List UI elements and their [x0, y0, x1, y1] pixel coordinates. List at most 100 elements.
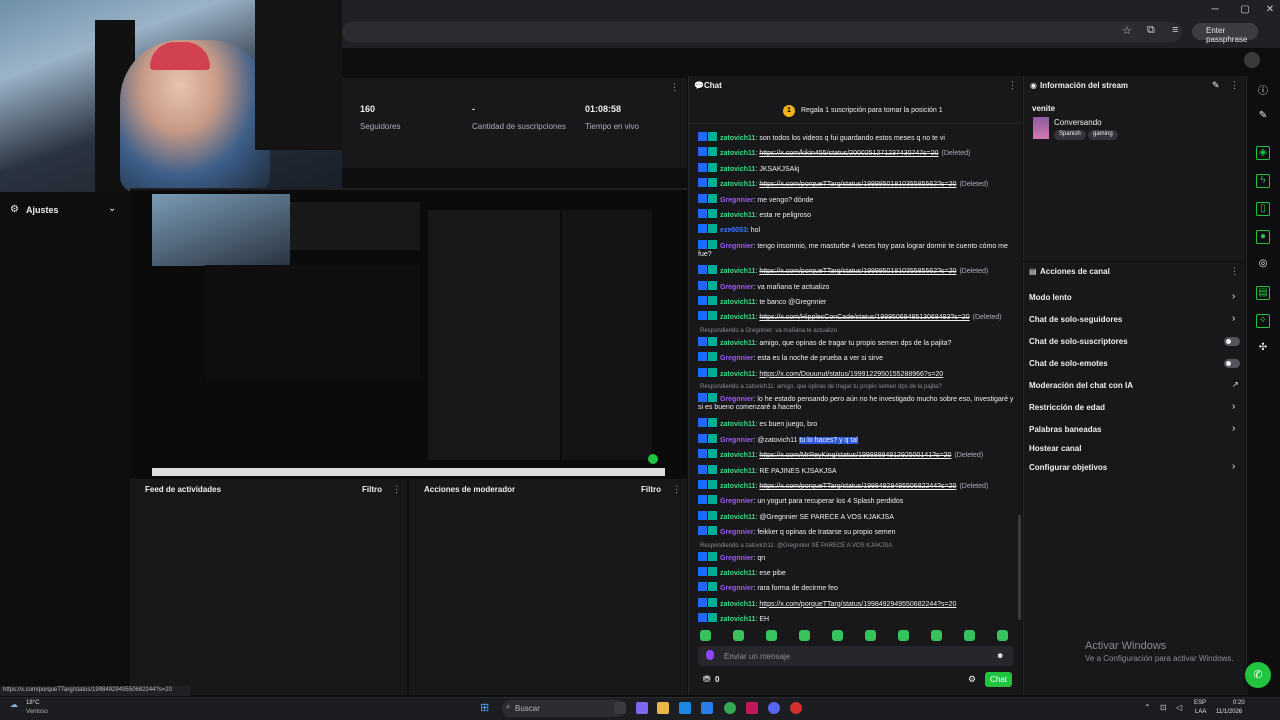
more-icon[interactable]: ⋮ — [1230, 266, 1239, 277]
chat-username[interactable]: Gregnnier — [720, 555, 753, 562]
chat-username[interactable]: zatovich11 — [720, 166, 755, 173]
chevron-right-icon[interactable]: › — [1232, 291, 1235, 302]
chat-username[interactable]: zatovich11 — [720, 268, 755, 275]
chat-message[interactable]: zatovich11: ese pibe — [698, 567, 1016, 579]
chat-message[interactable]: zatovich11: https://x.com/MrReyKing/stat… — [698, 449, 1016, 461]
chat-username[interactable]: Gregnnier — [720, 197, 753, 204]
chat-text[interactable]: https://x.com/porqueTTarg/status/1999950… — [759, 268, 956, 275]
minimize-icon[interactable]: ─ — [1200, 4, 1230, 16]
chat-username[interactable]: zatovich11 — [720, 314, 755, 321]
chat-username[interactable]: Gregnnier — [720, 585, 753, 592]
chevron-right-icon[interactable]: › — [1232, 461, 1235, 472]
chat-scrollbar[interactable] — [1018, 515, 1021, 620]
chat-username[interactable]: Gregnnier — [720, 529, 753, 536]
chat-message[interactable]: zatovich11: son todos los videos q fui g… — [698, 132, 1016, 144]
chat-message[interactable]: Gregnnier: qn — [698, 551, 1016, 564]
chat-message[interactable]: zatovich11: esta re peligroso — [698, 209, 1016, 221]
tag-pill[interactable]: gaming — [1088, 130, 1118, 140]
close-icon[interactable]: ✕ — [1255, 4, 1280, 16]
chat-username[interactable]: zatovich11 — [720, 452, 755, 459]
chat-text[interactable]: https://x.com/kikin455/status/2000251271… — [759, 150, 938, 157]
action-followers-only[interactable]: Chat de solo-seguidores — [1029, 315, 1122, 324]
chevron-up-icon[interactable]: ⌃ — [1144, 703, 1151, 712]
action-ai-moderation[interactable]: Moderación del chat con IA — [1029, 381, 1133, 390]
emote-icon[interactable] — [964, 630, 975, 641]
chat-message[interactable]: zatovich11: te banco @Gregnnier — [698, 296, 1016, 308]
emote-icon[interactable] — [832, 630, 843, 641]
chat-username[interactable]: zatovich11 — [720, 371, 755, 378]
media-icon[interactable]: ≡ — [1172, 24, 1178, 36]
chat-message[interactable]: zatovich11: RE PAJINES KJSAKJSA — [698, 464, 1016, 477]
chat-message[interactable]: Gregnnier: rara forma de decirme feo — [698, 582, 1016, 594]
clock-time[interactable]: 0:20 — [1233, 700, 1245, 706]
chat-username[interactable]: Gregnnier — [720, 284, 753, 291]
points-icon[interactable]: ⛃ — [703, 674, 711, 685]
chat-message[interactable]: zatovich11: https://x.com/kikin455/statu… — [698, 147, 1016, 159]
emote-icon[interactable] — [700, 630, 711, 641]
chat-username[interactable]: Gregnnier — [720, 396, 753, 403]
chat-username[interactable]: Gregnnier — [720, 355, 753, 362]
floating-action-button[interactable]: ✆ — [1245, 662, 1271, 688]
chat-message[interactable]: zatovich11: @Gregnnier SE PARECE A VOS K… — [698, 510, 1016, 523]
chat-username[interactable]: zatovich11 — [720, 299, 755, 306]
microphone-icon[interactable] — [706, 650, 714, 660]
action-host-channel[interactable]: Hostear canal — [1029, 444, 1081, 453]
chat-message[interactable]: Gregnnier: me vengo? dónde — [698, 193, 1016, 206]
weather-temp[interactable]: 18°C — [26, 700, 39, 706]
chevron-right-icon[interactable]: › — [1232, 423, 1235, 434]
address-bar[interactable] — [342, 22, 1182, 42]
more-icon[interactable]: ⋮ — [1230, 80, 1239, 91]
chat-username[interactable]: zatovich11 — [720, 616, 755, 623]
chat-message[interactable]: zatovich11: amigo, que opinas de tragar … — [698, 336, 1016, 349]
pen-icon[interactable]: ✎ — [1256, 110, 1270, 124]
chat-message[interactable]: zatovich11: https://x.com/porqueTTarg/st… — [698, 178, 1016, 190]
chat-text[interactable]: https://x.com/porqueTTarg/status/1999950… — [759, 181, 956, 188]
shield-icon[interactable]: ◈ — [1256, 146, 1270, 160]
chat-username[interactable]: zatovich11 — [720, 483, 755, 490]
emotes-only-toggle[interactable] — [1224, 359, 1240, 368]
start-icon[interactable]: ⊞ — [480, 701, 489, 714]
chat-username[interactable]: zatovich11 — [720, 421, 755, 428]
chat-text[interactable]: https://x.com/Douunut/status/19991229501… — [759, 371, 943, 378]
chat-message[interactable]: zatovich11: es buen juego, bro — [698, 418, 1016, 430]
info-icon[interactable]: ⓘ — [1256, 82, 1270, 97]
subs-only-toggle[interactable] — [1224, 337, 1240, 346]
emote-icon[interactable] — [997, 630, 1008, 641]
network-icon[interactable]: ⊡ — [1160, 703, 1167, 712]
chat-message[interactable]: Gregnnier: esta es la noche de prueba a … — [698, 352, 1016, 364]
star-icon[interactable]: ☆ — [1122, 24, 1132, 37]
chat-message[interactable]: zatovich11: https://x.com/porqueTTarg/st… — [698, 480, 1016, 492]
chat-message[interactable]: zatovich11: https://x.com/Douunut/status… — [698, 367, 1016, 380]
chat-message[interactable]: Gregnnier: feikker q opinas de tratarse … — [698, 526, 1016, 538]
clipboard-icon[interactable]: ▯ — [1256, 202, 1270, 216]
file-explorer-icon[interactable] — [657, 702, 669, 714]
action-slow-mode[interactable]: Modo lento — [1029, 293, 1072, 302]
action-subs-only[interactable]: Chat de solo-suscriptores — [1029, 337, 1128, 346]
language-indicator[interactable]: ESP — [1194, 700, 1206, 706]
action-configure-goals[interactable]: Configurar objetivos — [1029, 463, 1107, 472]
lightning-icon[interactable]: ϟ — [1256, 174, 1270, 188]
chat-username[interactable]: eze0053 — [720, 227, 747, 234]
chat-username[interactable]: Gregnnier — [720, 498, 753, 505]
extensions-icon[interactable]: ✣ — [1256, 342, 1270, 356]
chat-message[interactable]: zatovich11: https://x.com/porqueTTarg/st… — [698, 265, 1016, 277]
chat-username[interactable]: zatovich11 — [720, 212, 755, 219]
chat-send-button[interactable]: Chat — [985, 672, 1012, 687]
chat-text[interactable]: https://x.com/porqueTTarg/status/1998492… — [759, 601, 956, 608]
volume-icon[interactable]: ◁ — [1176, 703, 1182, 712]
chat-text[interactable]: https://x.com/porqueTTarg/status/1998492… — [759, 483, 956, 490]
task-view-icon[interactable] — [614, 702, 626, 714]
chat-message[interactable]: zatovich11: JKSAKJSAkj — [698, 162, 1016, 175]
chat-message[interactable]: eze0053: hol — [698, 224, 1016, 236]
chat-message[interactable]: Gregnnier: un yogurt para recuperar los … — [698, 495, 1016, 507]
chat-message[interactable]: zatovich11: https://x.com/porqueTTarg/st… — [698, 597, 1016, 610]
broadcast-icon[interactable]: ◎ — [1256, 258, 1270, 272]
store-icon[interactable] — [679, 702, 691, 714]
more-icon[interactable]: ⋮ — [1008, 80, 1017, 91]
chat-username[interactable]: zatovich11 — [720, 570, 755, 577]
mod-filter-button[interactable]: Filtro — [641, 485, 661, 494]
chat-username[interactable]: zatovich11 — [720, 601, 755, 608]
emote-icon[interactable] — [733, 630, 744, 641]
discord-icon[interactable] — [768, 702, 780, 714]
chat-text[interactable]: https://x.com/HipplesConCade/status/1999… — [759, 314, 969, 321]
